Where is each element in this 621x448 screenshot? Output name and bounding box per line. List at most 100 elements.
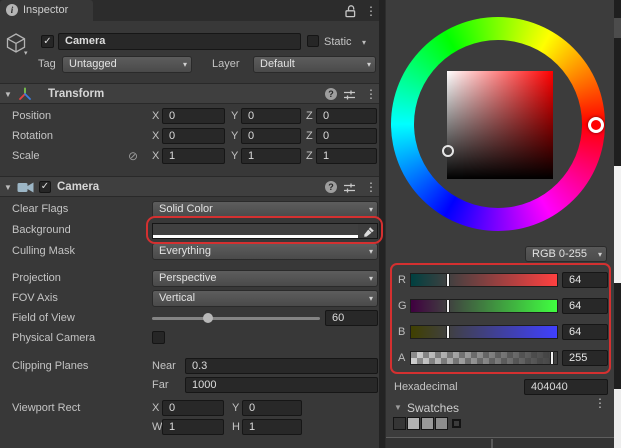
gameobject-name-field[interactable]: Camera (58, 33, 301, 50)
swatch-2[interactable] (407, 417, 420, 430)
green-slider-label: G (398, 300, 407, 312)
presets-icon[interactable] (343, 181, 356, 199)
hue-ring-handle[interactable] (588, 117, 604, 133)
swatch-4[interactable] (435, 417, 448, 430)
transform-kebab-icon[interactable]: ⋮ (365, 87, 377, 101)
tab-inspector[interactable]: i Inspector (0, 0, 93, 21)
green-value-field[interactable]: 64 (562, 298, 608, 314)
foldout-icon[interactable]: ▼ (4, 90, 12, 99)
red-slider-label: R (398, 274, 406, 286)
dropdown-arrow-icon: ▾ (182, 60, 187, 69)
saturation-value-handle[interactable] (442, 145, 454, 157)
scale-x-field[interactable]: 1 (162, 148, 225, 164)
position-y-field[interactable]: 0 (241, 108, 301, 124)
blue-slider[interactable] (410, 325, 558, 339)
tag-dropdown[interactable]: Untagged ▾ (62, 56, 192, 73)
culling-mask-dropdown[interactable]: Everything ▾ (152, 243, 378, 260)
red-slider-handle[interactable] (446, 273, 450, 287)
rotation-z-field[interactable]: 0 (316, 128, 377, 144)
viewport-h-field[interactable]: 1 (242, 419, 302, 435)
near-field[interactable]: 0.3 (185, 358, 378, 374)
foldout-icon[interactable]: ▼ (4, 183, 12, 192)
hexadecimal-field[interactable]: 404040 (524, 379, 608, 395)
eyedropper-icon[interactable] (363, 225, 375, 243)
position-x-field[interactable]: 0 (162, 108, 225, 124)
green-slider[interactable] (410, 299, 558, 313)
near-label: Near (152, 360, 176, 372)
axis-x-label: X (152, 110, 160, 122)
blue-slider-handle[interactable] (446, 325, 450, 339)
camera-kebab-icon[interactable]: ⋮ (365, 180, 377, 194)
alpha-slider[interactable] (410, 351, 558, 365)
layer-value: Default (260, 58, 295, 70)
viewport-x-field[interactable]: 0 (162, 400, 224, 416)
red-value-field[interactable]: 64 (562, 272, 608, 288)
axis-h-label: H (232, 421, 240, 433)
static-checkbox[interactable] (307, 35, 319, 47)
swatches-kebab-icon[interactable]: ⋮ (594, 396, 606, 410)
physical-camera-checkbox[interactable] (152, 331, 165, 344)
scrollbar-divider (491, 439, 493, 448)
transform-icon (18, 87, 32, 106)
lock-icon[interactable] (344, 4, 357, 23)
clear-flags-value: Solid Color (159, 203, 213, 215)
scale-y-field[interactable]: 1 (241, 148, 301, 164)
gameobject-active-checkbox[interactable]: ✓ (41, 35, 54, 48)
tab-label: Inspector (23, 4, 69, 16)
add-swatch-button[interactable] (452, 419, 461, 428)
axis-y-label: Y (231, 110, 239, 122)
blue-value-field[interactable]: 64 (562, 324, 608, 340)
camera-title: Camera (57, 181, 100, 193)
help-icon[interactable]: ? (325, 88, 337, 100)
camera-header[interactable]: ▼ ✓ Camera ? ⋮ (0, 176, 379, 197)
rotation-y-field[interactable]: 0 (241, 128, 301, 144)
tag-value: Untagged (69, 58, 117, 70)
background-window-white-area (614, 389, 621, 448)
far-label: Far (152, 379, 169, 391)
constrain-proportions-broken-link-icon[interactable]: ⊘ (128, 149, 138, 163)
position-z-field[interactable]: 0 (316, 108, 377, 124)
clear-flags-dropdown[interactable]: Solid Color ▾ (152, 201, 378, 218)
scrollbar-thumb[interactable] (614, 18, 621, 38)
clear-flags-label: Clear Flags (12, 203, 69, 215)
field-of-view-slider[interactable] (152, 317, 320, 320)
tag-label: Tag (38, 58, 56, 70)
transform-header[interactable]: ▼ Transform ? ⋮ (0, 83, 379, 104)
color-mode-dropdown[interactable]: RGB 0-255 ▾ (525, 246, 607, 262)
position-label: Position (12, 110, 52, 122)
alpha-value-field[interactable]: 255 (562, 350, 608, 366)
dropdown-arrow-icon: ▾ (368, 247, 373, 256)
projection-dropdown[interactable]: Perspective ▾ (152, 270, 378, 287)
help-icon[interactable]: ? (325, 181, 337, 193)
layer-dropdown[interactable]: Default ▾ (253, 56, 376, 73)
viewport-y-field[interactable]: 0 (242, 400, 302, 416)
swatches-label: Swatches (407, 401, 460, 415)
field-of-view-value-field[interactable]: 60 (325, 310, 378, 326)
swatch-1[interactable] (393, 417, 406, 430)
saturation-value-square[interactable] (447, 71, 553, 179)
presets-icon[interactable] (343, 88, 356, 106)
field-of-view-slider-handle[interactable] (203, 313, 213, 323)
scale-z-field[interactable]: 1 (316, 148, 377, 164)
far-field[interactable]: 1000 (185, 377, 378, 393)
horizontal-scrollbar[interactable] (386, 437, 615, 448)
static-dropdown-icon[interactable]: ▾ (362, 38, 366, 47)
culling-mask-label: Culling Mask (12, 245, 75, 257)
layer-label: Layer (212, 58, 240, 70)
swatches-foldout-icon[interactable]: ▼ (394, 403, 402, 412)
rotation-x-field[interactable]: 0 (162, 128, 225, 144)
viewport-w-field[interactable]: 1 (162, 419, 224, 435)
background-window-edge (614, 0, 621, 448)
fov-axis-dropdown[interactable]: Vertical ▾ (152, 290, 378, 307)
alpha-slider-handle[interactable] (550, 351, 554, 365)
culling-mask-value: Everything (159, 245, 211, 257)
green-slider-handle[interactable] (446, 299, 450, 313)
red-slider[interactable] (410, 273, 558, 287)
gameobject-icon-dropdown-icon[interactable]: ▾ (24, 49, 28, 57)
projection-value: Perspective (159, 272, 217, 284)
swatch-3[interactable] (421, 417, 434, 430)
background-color-field[interactable] (152, 223, 378, 239)
inspector-menu-kebab-icon[interactable]: ⋮ (365, 4, 377, 18)
camera-enabled-checkbox[interactable]: ✓ (39, 181, 51, 193)
axis-y-label: Y (231, 150, 239, 162)
